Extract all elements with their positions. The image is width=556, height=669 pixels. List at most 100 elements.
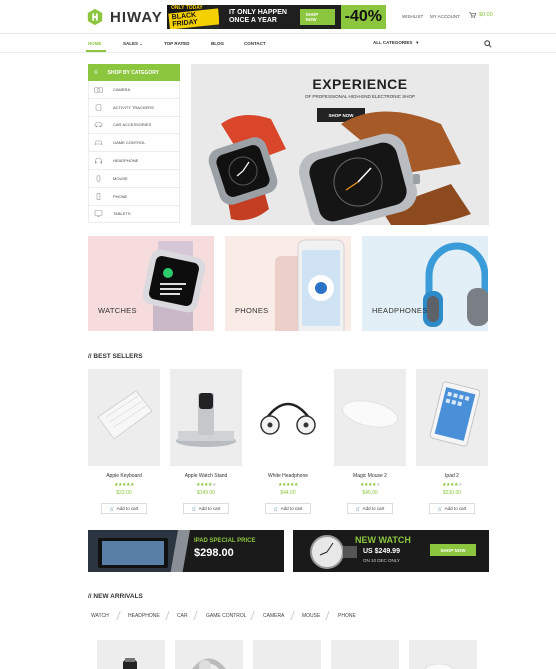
ipad-image bbox=[429, 381, 481, 447]
product-name[interactable]: White Headphone bbox=[252, 473, 324, 479]
add-to-cart-button[interactable]: 🛒 Add to cart bbox=[183, 503, 229, 514]
sidebar-item-label: PHONE bbox=[113, 193, 128, 199]
product-card[interactable]: White Headphone ★★★★★ $44.00 🛒 Add to car… bbox=[252, 369, 324, 514]
rating-stars: ★★★★★ bbox=[360, 482, 380, 488]
tab-separator bbox=[250, 611, 255, 620]
hero-slider[interactable]: EXPERIENCE OF PROFESSIONAL HIGH-END ELEC… bbox=[191, 64, 489, 225]
new-product-card[interactable] bbox=[331, 640, 399, 669]
product-image[interactable] bbox=[88, 369, 160, 466]
nav-sales[interactable]: SALES ⌄ bbox=[123, 41, 143, 46]
car-icon bbox=[93, 121, 103, 129]
chevron-down-icon: ▾ bbox=[416, 40, 419, 45]
black-friday-banner[interactable]: ONLY TODAY BLACK FRIDAY IT ONLY HAPPEN O… bbox=[167, 5, 386, 29]
tracker-icon bbox=[93, 103, 103, 111]
nav-divider bbox=[0, 52, 556, 53]
new-product-card[interactable] bbox=[409, 640, 477, 669]
product-name[interactable]: Apple Watch Stand bbox=[170, 473, 242, 479]
sidebar-item-car-accessories[interactable]: CAR ACCESSORIES bbox=[88, 116, 180, 135]
nav-home[interactable]: HOME bbox=[88, 41, 102, 46]
product-image[interactable] bbox=[334, 369, 406, 466]
promo-ipad[interactable]: IPAD SPECIAL PRICE $298.00 bbox=[88, 530, 284, 572]
nav-sales-label: SALES bbox=[123, 41, 139, 46]
product-card[interactable]: Apple Watch Stand ★★★★★ $149.00 🛒 Add to … bbox=[170, 369, 242, 514]
sidebar-item-label: MOUSE bbox=[113, 175, 128, 181]
chevron-down-icon: ⌄ bbox=[139, 41, 143, 46]
tab-separator bbox=[290, 611, 295, 620]
sidebar-item-phone[interactable]: PHONE bbox=[88, 187, 180, 206]
product-image[interactable] bbox=[252, 369, 324, 466]
tab-camera[interactable]: CAMERA bbox=[263, 613, 284, 619]
sidebar-item-label: TABLETS bbox=[113, 211, 131, 217]
sidebar-header[interactable]: ≡ SHOP BY CATEGORY bbox=[88, 64, 180, 81]
cart-button[interactable]: $0.00 bbox=[469, 12, 493, 18]
promo-watch[interactable]: NEW WATCH US $249.99 ON 10 DEC ONLY SHOP… bbox=[293, 530, 489, 572]
add-to-cart-button[interactable]: 🛒 Add to cart bbox=[101, 503, 147, 514]
wishlist-link[interactable]: WISHLIST bbox=[402, 14, 423, 19]
add-to-cart-button[interactable]: 🛒 Add to cart bbox=[347, 503, 393, 514]
magic-mouse-image bbox=[342, 400, 398, 428]
product-price: $45.00 bbox=[362, 490, 378, 496]
header-divider bbox=[0, 33, 556, 34]
promo-price: US $249.99 bbox=[363, 548, 400, 555]
hero-title: EXPERIENCE bbox=[312, 76, 408, 92]
search-icon[interactable] bbox=[484, 40, 492, 48]
sidebar-item-camera[interactable]: CAMERA bbox=[88, 81, 180, 99]
banner-message: IT ONLY HAPPEN ONCE A YEAR bbox=[228, 9, 287, 24]
promo-shop-now-button[interactable]: SHOP NOW bbox=[430, 544, 476, 556]
new-product-card[interactable] bbox=[253, 640, 321, 669]
tab-watch[interactable]: WATCH bbox=[91, 613, 109, 619]
tab-headphone[interactable]: HEADPHONE bbox=[128, 613, 160, 619]
my-account-link[interactable]: MY ACCOUNT bbox=[430, 14, 460, 19]
banner-tag-main: BLACK FRIDAY bbox=[168, 8, 219, 29]
tab-game-control[interactable]: GAME CONTROL bbox=[206, 613, 247, 619]
product-image[interactable] bbox=[416, 369, 488, 466]
product-price: $23.00 bbox=[116, 490, 132, 496]
product-card[interactable]: Magic Mouse 2 ★★★★★ $45.00 🛒 Add to cart bbox=[334, 369, 406, 514]
tab-mouse[interactable]: MOUSE bbox=[302, 613, 320, 619]
sidebar-item-headphone[interactable]: HEADPHONE bbox=[88, 152, 180, 170]
all-categories-select[interactable]: ALL CATEGORIES ▾ bbox=[373, 40, 418, 46]
logo[interactable]: HIWAY bbox=[86, 8, 163, 26]
sidebar-item-label: GAME CONTROL bbox=[113, 140, 146, 146]
tab-car[interactable]: CAR bbox=[177, 613, 188, 619]
add-to-cart-button[interactable]: 🛒 Add to cart bbox=[265, 503, 311, 514]
category-tile-watches[interactable]: WATCHES bbox=[88, 236, 214, 331]
nav-blog[interactable]: BLOG bbox=[211, 41, 224, 46]
banner-discount: -40% bbox=[340, 5, 386, 29]
tab-separator bbox=[193, 611, 198, 620]
new-product-card[interactable] bbox=[97, 640, 165, 669]
mouse-image bbox=[424, 663, 454, 669]
cart-icon: 🛒 bbox=[109, 506, 115, 511]
product-name[interactable]: Apple Keyboard bbox=[88, 473, 160, 479]
promo-note: ON 10 DEC ONLY bbox=[363, 558, 400, 563]
nav-contact[interactable]: CONTACT bbox=[244, 41, 266, 46]
product-card[interactable]: Apple Keyboard ★★★★★ $23.00 🛒 Add to cart bbox=[88, 369, 160, 514]
rating-stars: ★★★★★ bbox=[442, 482, 462, 488]
product-name[interactable]: Ipad 2 bbox=[416, 473, 488, 479]
rating-stars: ★★★★★ bbox=[196, 482, 216, 488]
logo-hex-icon bbox=[87, 8, 103, 26]
sidebar-item-game-control[interactable]: GAME CONTROL bbox=[88, 134, 180, 153]
new-product-card[interactable] bbox=[175, 640, 243, 669]
banner-shop-button[interactable]: SHOP NOW bbox=[299, 9, 335, 25]
product-card[interactable]: Ipad 2 ★★★★★ $230.00 🛒 Add to cart bbox=[416, 369, 488, 514]
hero-subtitle: OF PROFESSIONAL HIGH-END ELECTRONIC SHOP bbox=[304, 94, 416, 99]
add-to-cart-label: Add to cart bbox=[280, 506, 303, 511]
nav-top-rated[interactable]: TOP RATED bbox=[164, 41, 190, 46]
sidebar-item-tablets[interactable]: TABLETS bbox=[88, 205, 180, 224]
headphone-image bbox=[260, 402, 316, 435]
category-tile-phones[interactable]: PHONES bbox=[225, 236, 351, 331]
category-tile-headphones[interactable]: HEADPHONES bbox=[362, 236, 488, 331]
category-label: WATCHES bbox=[98, 306, 137, 315]
product-name[interactable]: Magic Mouse 2 bbox=[334, 473, 406, 479]
cart-icon: 🛒 bbox=[273, 506, 279, 511]
tab-phone[interactable]: PHONE bbox=[338, 613, 356, 619]
sidebar-item-activity-trackers[interactable]: ACTIVITY TRACKERS bbox=[88, 98, 180, 117]
product-price: $44.00 bbox=[280, 490, 296, 496]
sidebar-item-mouse[interactable]: MOUSE bbox=[88, 169, 180, 188]
rating-stars: ★★★★★ bbox=[114, 482, 134, 488]
black-friday-tag: ONLY TODAY BLACK FRIDAY bbox=[167, 5, 219, 29]
mouse-icon bbox=[93, 174, 103, 182]
product-image[interactable] bbox=[170, 369, 242, 466]
add-to-cart-button[interactable]: 🛒 Add to cart bbox=[429, 503, 475, 514]
